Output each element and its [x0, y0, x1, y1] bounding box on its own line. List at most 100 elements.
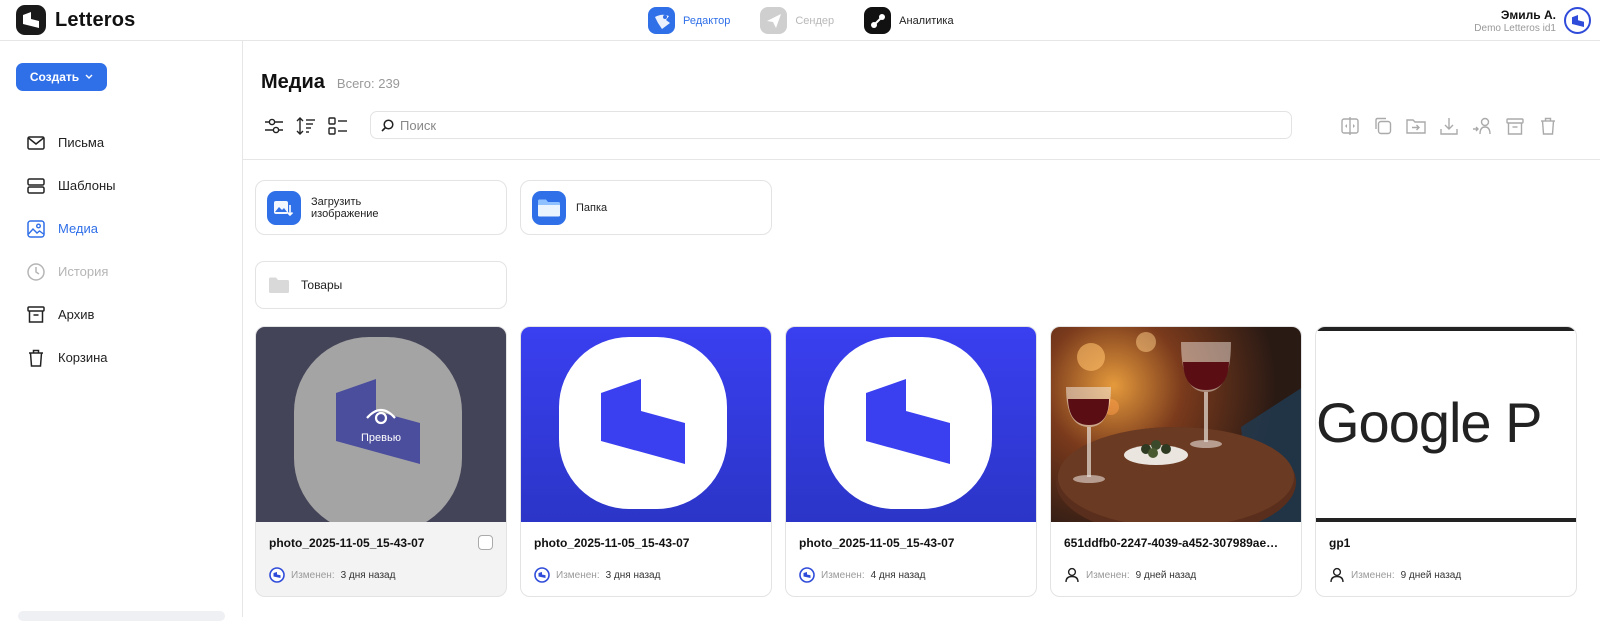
create-folder-label: Папка [576, 201, 608, 214]
preview-overlay[interactable]: Превью [256, 327, 506, 522]
user-icon [1065, 567, 1079, 583]
preview-label: Превью [361, 431, 401, 444]
sender-icon [760, 7, 788, 34]
mail-icon [26, 133, 46, 153]
header-divider [243, 159, 1600, 160]
sidebar-item-letters[interactable]: Письма [26, 121, 116, 164]
changed-value: 9 дней назад [1400, 569, 1462, 581]
file-name: gp1 [1329, 536, 1351, 550]
create-folder-button[interactable]: Папка [520, 180, 772, 235]
total-count: Всего: 239 [336, 76, 400, 91]
letteros-author-icon [799, 567, 815, 583]
avatar[interactable] [1564, 7, 1591, 34]
sidebar-item-archive[interactable]: Архив [26, 293, 116, 336]
media-thumbnail: Превью [256, 327, 506, 522]
changed-value: 3 дня назад [340, 569, 396, 581]
page-header: Медиа Всего: 239 [261, 71, 400, 94]
eye-icon [366, 408, 396, 424]
view-list-icon[interactable] [327, 115, 349, 137]
upload-image-button[interactable]: Загрузить изображение [255, 180, 507, 235]
upload-label-line1: Загрузить [311, 195, 362, 208]
logo[interactable]: Letteros [16, 5, 136, 35]
media-card[interactable]: Google P gp1 Изменен: 9 дней назад [1315, 326, 1577, 597]
archive-icon [26, 305, 46, 325]
top-bar: Letteros Редактор Сендер Аналитика Эмиль… [0, 0, 1600, 41]
thumbnail-text: Google P [1316, 391, 1542, 454]
sidebar-item-label: Шаблоны [58, 178, 116, 193]
folder-item[interactable]: Товары [255, 261, 507, 309]
file-name: 651ddfb0-2247-4039-a452-307989ae… [1064, 536, 1279, 550]
create-button-label: Создать [29, 70, 80, 84]
changed-value: 9 дней назад [1135, 569, 1197, 581]
user-info[interactable]: Эмиль А. Demo Letteros id1 [1474, 8, 1556, 34]
letteros-author-icon [534, 567, 550, 583]
changed-label: Изменен: [291, 569, 335, 581]
app-editor-label: Редактор [683, 14, 731, 27]
delete-icon[interactable] [1537, 115, 1559, 137]
compare-icon[interactable] [1339, 115, 1361, 137]
folder-icon [269, 277, 289, 293]
editor-icon [648, 7, 675, 34]
copy-icon[interactable] [1372, 115, 1394, 137]
file-meta: Изменен: 9 дней назад [1064, 567, 1196, 583]
media-thumbnail [521, 327, 771, 522]
create-button[interactable]: Создать [16, 63, 107, 91]
user-org: Demo Letteros id1 [1474, 23, 1556, 34]
clock-icon [26, 262, 46, 282]
file-meta: Изменен: 9 дней назад [1329, 567, 1461, 583]
sort-icon[interactable] [295, 115, 317, 137]
changed-value: 3 дня назад [605, 569, 661, 581]
upload-label-line2: изображение [311, 207, 379, 220]
sidebar: Создать Письма Шаблоны Медиа История Арх… [0, 41, 243, 621]
file-meta: Изменен: 3 дня назад [269, 567, 395, 583]
sidebar-item-media[interactable]: Медиа [26, 207, 116, 250]
main-content: Медиа Всего: 239 Поиск Загрузить изображ… [243, 41, 1600, 617]
media-thumbnail [786, 327, 1036, 522]
search-icon [381, 118, 394, 132]
changed-label: Изменен: [821, 569, 865, 581]
app-sender[interactable]: Сендер [760, 7, 834, 34]
file-name: photo_2025-11-05_15-43-07 [269, 536, 425, 550]
toolbar [261, 111, 1591, 141]
app-sender-label: Сендер [795, 14, 835, 27]
media-card[interactable]: Превью photo_2025-11-05_15-43-07 Изменен… [255, 326, 507, 597]
brand-name: Letteros [55, 8, 136, 31]
sidebar-nav: Письма Шаблоны Медиа История Архив Корзи… [26, 121, 116, 379]
upload-image-icon [267, 190, 301, 225]
folder-add-icon [532, 190, 566, 225]
select-checkbox[interactable] [478, 535, 493, 550]
search-box[interactable] [370, 111, 1292, 139]
sidebar-item-label: История [58, 264, 109, 279]
filter-icon[interactable] [263, 115, 285, 137]
sidebar-item-templates[interactable]: Шаблоны [26, 164, 116, 207]
trash-icon [26, 348, 46, 368]
media-card[interactable]: photo_2025-11-05_15-43-07 Изменен: 4 дня… [785, 326, 1037, 597]
folder-name: Товары [301, 278, 343, 292]
sidebar-item-label: Корзина [58, 350, 108, 365]
move-to-folder-icon[interactable] [1405, 115, 1427, 137]
search-input[interactable] [400, 117, 1280, 133]
templates-icon [26, 176, 46, 196]
share-user-icon[interactable] [1471, 115, 1493, 137]
download-icon[interactable] [1438, 115, 1460, 137]
media-thumbnail [1051, 327, 1301, 522]
user-name: Эмиль А. [1500, 8, 1556, 22]
media-thumbnail: Google P [1316, 327, 1576, 522]
file-meta: Изменен: 3 дня назад [534, 567, 660, 583]
sidebar-item-trash[interactable]: Корзина [26, 336, 116, 379]
file-name: photo_2025-11-05_15-43-07 [799, 536, 955, 550]
media-card[interactable]: photo_2025-11-05_15-43-07 Изменен: 3 дня… [520, 326, 772, 597]
letteros-author-icon [269, 567, 285, 583]
media-card[interactable]: 651ddfb0-2247-4039-a452-307989ae… Измене… [1050, 326, 1302, 597]
app-switcher: Редактор Сендер Аналитика [648, 7, 954, 34]
changed-label: Изменен: [1351, 569, 1395, 581]
letteros-logo-icon [16, 5, 46, 35]
app-analytics[interactable]: Аналитика [864, 7, 954, 34]
archive-action-icon[interactable] [1504, 115, 1526, 137]
app-editor[interactable]: Редактор [648, 7, 730, 34]
changed-label: Изменен: [556, 569, 600, 581]
changed-label: Изменен: [1086, 569, 1130, 581]
app-analytics-label: Аналитика [899, 14, 954, 27]
page-title: Медиа [261, 71, 325, 93]
sidebar-item-history[interactable]: История [26, 250, 116, 293]
